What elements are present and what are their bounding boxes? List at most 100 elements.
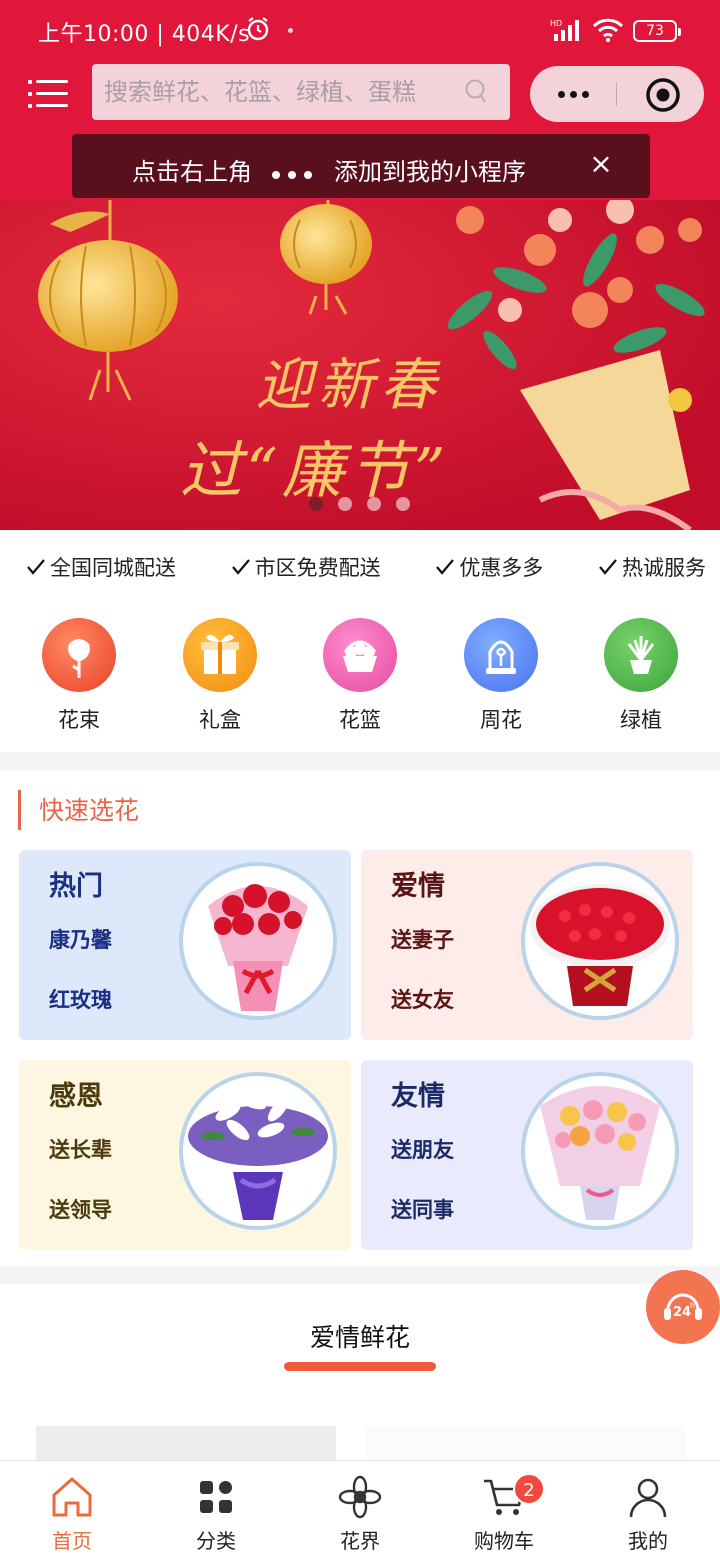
battery-level: 73 — [646, 23, 664, 39]
svg-text:h: h — [690, 1301, 695, 1310]
card-link[interactable]: 红玫瑰 — [49, 984, 112, 1014]
tab-flower-world[interactable]: 花界 — [305, 1475, 415, 1554]
tab-label: 我的 — [628, 1529, 668, 1553]
search-icon[interactable] — [464, 78, 488, 106]
tip-text-before: 点击右上角 — [132, 158, 252, 186]
card-link[interactable]: 送同事 — [391, 1194, 454, 1224]
potted-plant-icon — [604, 618, 678, 692]
pager-dot-active[interactable] — [309, 497, 323, 511]
category-weekly-flower[interactable]: 周花 — [451, 618, 551, 734]
status-bar: 上午10:00 | 404K/s HD 73 — [0, 0, 720, 62]
wifi-icon — [592, 18, 624, 42]
category-grid-icon — [200, 1481, 232, 1513]
tip-close-button[interactable]: × — [588, 148, 614, 180]
feature-item: 全国同城配送 — [26, 552, 176, 582]
close-miniprogram-button[interactable] — [618, 66, 704, 122]
quick-card-hot[interactable]: 热门 康乃馨 红玫瑰 — [19, 850, 351, 1040]
feature-label: 全国同城配送 — [50, 556, 176, 580]
bouquet-photo — [179, 1072, 337, 1230]
more-button[interactable] — [530, 66, 616, 122]
quick-pick-section: 快速选花 热门 康乃馨 红玫瑰 爱情 送妻子 送女友 感恩 送长辈 送领导 友情… — [0, 770, 720, 1266]
check-icon — [436, 559, 455, 575]
check-icon — [231, 559, 250, 575]
quick-pick-title: 快速选花 — [18, 790, 139, 830]
card-link[interactable]: 送女友 — [391, 984, 454, 1014]
pager-dot[interactable] — [396, 497, 410, 511]
category-flower-basket[interactable]: 花篮 — [310, 618, 410, 734]
tab-label: 分类 — [196, 1529, 236, 1553]
category-label: 花束 — [58, 708, 100, 732]
add-to-miniprogram-tip: 点击右上角 添加到我的小程序 × — [72, 134, 650, 198]
card-link[interactable]: 送朋友 — [391, 1134, 454, 1164]
pager-dot[interactable] — [367, 497, 381, 511]
category-green-plant[interactable]: 绿植 — [591, 618, 691, 734]
status-time: 上午10:00 | 404K/s — [38, 22, 251, 47]
card-title: 友情 — [391, 1081, 445, 1112]
card-link[interactable]: 康乃馨 — [49, 924, 112, 954]
promo-banner[interactable]: 迎新春 过“廉节” — [0, 200, 720, 530]
feature-label: 优惠多多 — [459, 556, 544, 580]
quick-card-love[interactable]: 爱情 送妻子 送女友 — [361, 850, 693, 1040]
notification-dot — [288, 28, 293, 33]
tab-category[interactable]: 分类 — [161, 1475, 271, 1554]
tab-label: 花界 — [340, 1529, 380, 1553]
bouquet-photo — [521, 862, 679, 1020]
customer-service-24h-button[interactable]: 24 h — [646, 1270, 720, 1344]
gift-icon — [183, 618, 257, 692]
headset-24h-icon: 24 h — [664, 1293, 702, 1320]
tab-cart[interactable]: 2 购物车 — [449, 1473, 559, 1554]
card-title: 热门 — [49, 871, 103, 902]
glass-dome-icon — [464, 618, 538, 692]
card-link[interactable]: 送领导 — [49, 1194, 112, 1224]
category-label: 礼盒 — [199, 708, 241, 732]
feature-label: 热诚服务 — [621, 556, 706, 580]
feature-item: 市区免费配送 — [231, 552, 381, 582]
rose-icon — [42, 618, 116, 692]
svg-text:24: 24 — [673, 1305, 691, 1320]
svg-text:HD: HD — [550, 19, 562, 28]
basket-icon — [323, 618, 397, 692]
banner-pagination — [309, 496, 425, 515]
category-bouquet[interactable]: 花束 — [29, 618, 129, 734]
service-features: 全国同城配送 市区免费配送 优惠多多 热诚服务 — [26, 552, 706, 582]
card-link[interactable]: 送妻子 — [391, 924, 454, 954]
tab-home[interactable]: 首页 — [17, 1475, 127, 1554]
search-bar[interactable] — [92, 64, 510, 120]
quick-card-friendship[interactable]: 友情 送朋友 送同事 — [361, 1060, 693, 1250]
menu-icon[interactable] — [28, 76, 68, 110]
tab-label: 首页 — [52, 1529, 92, 1553]
quick-card-gratitude[interactable]: 感恩 送长辈 送领导 — [19, 1060, 351, 1250]
bouquet-photo — [521, 1072, 679, 1230]
alarm-icon — [247, 17, 269, 41]
tab-profile[interactable]: 我的 — [593, 1475, 703, 1554]
capsule-divider — [616, 82, 617, 106]
card-title: 感恩 — [49, 1081, 103, 1112]
home-icon — [52, 1477, 92, 1517]
category-label: 绿植 — [620, 708, 662, 732]
flower-icon — [338, 1475, 382, 1519]
banner-headline: 迎新春 — [256, 353, 442, 418]
love-flowers-section: 爱情鲜花 — [0, 1284, 720, 1466]
check-icon — [27, 559, 45, 575]
signal-icon: HD — [550, 19, 579, 41]
section-title-underline — [284, 1362, 436, 1371]
check-icon — [599, 559, 617, 575]
feature-item: 优惠多多 — [435, 552, 543, 582]
app-header: 上午10:00 | 404K/s HD 73 搜索鲜花、花篮、绿植、蛋糕 点击右… — [0, 0, 720, 200]
category-label: 周花 — [480, 708, 522, 732]
pager-dot[interactable] — [338, 497, 352, 511]
card-title: 爱情 — [391, 871, 445, 902]
cart-count-badge: 2 — [513, 1473, 545, 1505]
bottom-tab-bar: 首页 分类 花界 2 购物车 我的 — [0, 1460, 720, 1560]
category-label: 花篮 — [339, 708, 381, 732]
bouquet-photo — [179, 862, 337, 1020]
category-gift-box[interactable]: 礼盒 — [170, 618, 270, 734]
feature-item: 热诚服务 — [598, 552, 706, 582]
more-dots-icon — [272, 164, 320, 183]
tip-text-after: 添加到我的小程序 — [334, 158, 526, 186]
feature-label: 市区免费配送 — [254, 556, 381, 580]
card-link[interactable]: 送长辈 — [49, 1134, 112, 1164]
search-input[interactable] — [102, 64, 452, 120]
target-icon — [646, 78, 680, 112]
section-title: 爱情鲜花 — [309, 1323, 410, 1352]
